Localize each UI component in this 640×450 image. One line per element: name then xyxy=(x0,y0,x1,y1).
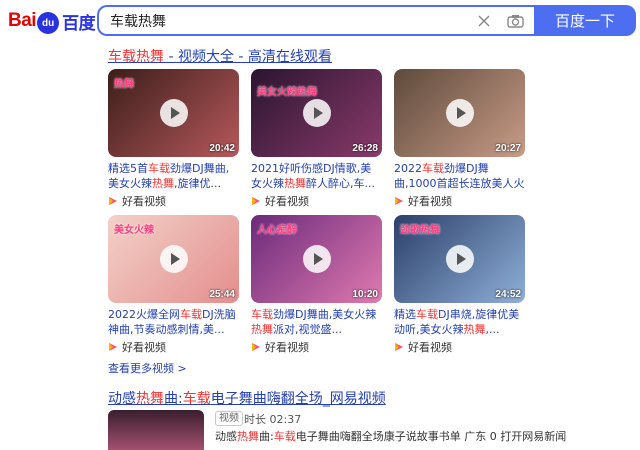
title-highlight: 热舞 xyxy=(136,391,164,407)
title-text: - 视频大全 - 高清在线观看 xyxy=(164,49,332,65)
play-icon[interactable] xyxy=(302,245,331,273)
result-video-thumbnail[interactable] xyxy=(108,410,204,450)
paw-icon: du xyxy=(37,12,60,34)
desc-text: ,旋律优... xyxy=(174,177,221,190)
video-thumbnail[interactable]: 劲歌热舞 24:52 xyxy=(394,215,525,303)
video-thumbnail[interactable]: 20:27 xyxy=(394,69,525,157)
desc-highlight: 热舞 xyxy=(152,177,174,190)
desc-text: 2022 xyxy=(394,162,422,175)
desc-text: ,... xyxy=(485,323,500,336)
logo-text-baidu: 百度 xyxy=(62,13,96,34)
desc-text: 派对,视觉盛... xyxy=(273,323,342,336)
video-card[interactable]: 热舞 20:42 精选5首车载劲爆DJ舞曲,美女火辣热舞,旋律优... 好看视频 xyxy=(108,69,239,208)
title-highlight: 车载 xyxy=(182,391,211,407)
camera-icon[interactable] xyxy=(506,13,524,29)
video-source[interactable]: 好看视频 xyxy=(394,194,525,208)
thumbnail-overlay-text: 美女火辣热舞 xyxy=(257,87,317,98)
result-description: 动感热舞曲:车载电子舞曲嗨翻全场康子说故事书单 广东 0 打开网易新闻 xyxy=(215,428,566,444)
play-icon[interactable] xyxy=(302,99,331,127)
video-card[interactable]: 劲歌热舞 24:52 精选车载DJ串烧,旋律优美动听,美女火辣热舞,... 好看视频 xyxy=(394,215,525,354)
search-input[interactable] xyxy=(108,11,476,30)
desc-highlight: 热舞 xyxy=(251,323,273,336)
video-title[interactable]: 2021好听伤感DJ情歌,美女火辣热舞醉人醉心,车... xyxy=(251,161,382,191)
video-duration: 24:52 xyxy=(495,289,521,300)
video-duration: 26:28 xyxy=(352,143,378,154)
video-source[interactable]: 好看视频 xyxy=(108,194,239,208)
video-title[interactable]: 精选车载DJ串烧,旋律优美动听,美女火辣热舞,... xyxy=(394,307,525,337)
video-title[interactable]: 车载劲爆DJ舞曲,美女火辣热舞派对,视觉盛... xyxy=(251,307,382,337)
desc-highlight: 车载 xyxy=(251,308,273,321)
desc-highlight: 热舞 xyxy=(237,430,259,443)
thumbnail-overlay-text: 劲歌热舞 xyxy=(400,225,440,236)
thumbnail-overlay-text: 美女火辣 xyxy=(114,225,154,236)
title-text: 电子舞曲嗨翻全场_网易视频 xyxy=(210,391,386,407)
video-source[interactable]: 好看视频 xyxy=(251,194,382,208)
desc-highlight: 热舞 xyxy=(284,177,306,190)
haokan-icon xyxy=(395,343,403,351)
desc-highlight: 车载 xyxy=(148,162,170,175)
source-label: 好看视频 xyxy=(408,341,452,354)
source-label: 好看视频 xyxy=(265,341,309,354)
video-duration: 20:27 xyxy=(495,143,521,154)
title-text: 动感 xyxy=(108,391,136,407)
video-thumbnail[interactable]: 美女火辣热舞 26:28 xyxy=(251,69,382,157)
video-title[interactable]: 精选5首车载劲爆DJ舞曲,美女火辣热舞,旋律优... xyxy=(108,161,239,191)
result-title-video-collection[interactable]: 车载热舞 - 视频大全 - 高清在线观看 xyxy=(108,46,332,66)
desc-highlight: 车载 xyxy=(422,162,444,175)
desc-text: 劲爆DJ舞曲,美女火辣 xyxy=(273,308,377,321)
desc-text: 动感 xyxy=(215,430,237,443)
logo-text-bai: Bai xyxy=(8,10,37,31)
video-duration: 时长 02:37 xyxy=(244,413,302,426)
play-icon[interactable] xyxy=(159,99,188,127)
video-card[interactable]: 人心痴醉 10:20 车载劲爆DJ舞曲,美女火辣热舞派对,视觉盛... 好看视频 xyxy=(251,215,382,354)
video-badge: 视频 xyxy=(215,411,243,426)
play-icon[interactable] xyxy=(159,245,188,273)
search-box xyxy=(97,5,534,36)
video-title[interactable]: 2022火爆全网车载DJ洗脑神曲,节奏动感刺情,美... xyxy=(108,307,239,337)
haokan-icon xyxy=(252,343,260,351)
video-source[interactable]: 好看视频 xyxy=(394,340,525,354)
video-duration: 25:44 xyxy=(209,289,235,300)
video-thumbnail[interactable]: 人心痴醉 10:20 xyxy=(251,215,382,303)
video-duration: 10:20 xyxy=(352,289,378,300)
desc-highlight: 车载 xyxy=(416,308,438,321)
video-thumbnail[interactable]: 美女火辣 25:44 xyxy=(108,215,239,303)
clear-icon[interactable] xyxy=(476,13,492,29)
desc-text: 曲: xyxy=(259,430,274,443)
video-duration: 20:42 xyxy=(209,143,235,154)
desc-highlight: 热舞 xyxy=(463,323,486,336)
source-label: 好看视频 xyxy=(265,195,309,208)
source-label: 好看视频 xyxy=(122,341,166,354)
video-thumbnail[interactable]: 热舞 20:42 xyxy=(108,69,239,157)
desc-text: 精选5首 xyxy=(108,162,148,175)
search-button[interactable]: 百度一下 xyxy=(534,5,636,36)
thumbnail-overlay-text: 人心痴醉 xyxy=(257,225,297,236)
more-videos-link[interactable]: 查看更多视频 > xyxy=(108,360,187,376)
play-icon[interactable] xyxy=(445,99,474,127)
desc-text: 电子舞曲嗨翻全场康子说故事书单 广东 0 打开网易新闻 xyxy=(295,430,567,443)
haokan-icon xyxy=(252,197,260,205)
video-card[interactable]: 20:27 2022车载劲爆DJ舞曲,1000首超长连放美人火辣... 好看视频 xyxy=(394,69,525,208)
video-card[interactable]: 美女火辣 25:44 2022火爆全网车载DJ洗脑神曲,节奏动感刺情,美... 好看视… xyxy=(108,215,239,354)
haokan-icon xyxy=(395,197,403,205)
haokan-icon xyxy=(109,197,117,205)
thumbnail-overlay-text: 热舞 xyxy=(114,79,134,90)
desc-text: 2022火爆全网 xyxy=(108,308,180,321)
source-label: 好看视频 xyxy=(122,195,166,208)
desc-text: 精选 xyxy=(394,308,416,321)
video-source[interactable]: 好看视频 xyxy=(251,340,382,354)
title-text: 曲: xyxy=(164,391,183,407)
video-source[interactable]: 好看视频 xyxy=(108,340,239,354)
video-card[interactable]: 美女火辣热舞 26:28 2021好听伤感DJ情歌,美女火辣热舞醉人醉心,车... 好… xyxy=(251,69,382,208)
title-highlight: 车载热舞 xyxy=(108,49,164,65)
play-icon[interactable] xyxy=(445,245,474,273)
desc-text: 醉人醉心,车... xyxy=(306,177,375,190)
haokan-icon xyxy=(109,343,117,351)
desc-highlight: 车载 xyxy=(180,308,202,321)
result-title-netease[interactable]: 动感热舞曲:车载电子舞曲嗨翻全场_网易视频 xyxy=(108,388,386,408)
source-label: 好看视频 xyxy=(408,195,452,208)
desc-highlight: 车载 xyxy=(273,430,296,443)
baidu-logo[interactable]: Bai du 百度 xyxy=(8,6,96,36)
video-title[interactable]: 2022车载劲爆DJ舞曲,1000首超长连放美人火辣... xyxy=(394,161,525,191)
